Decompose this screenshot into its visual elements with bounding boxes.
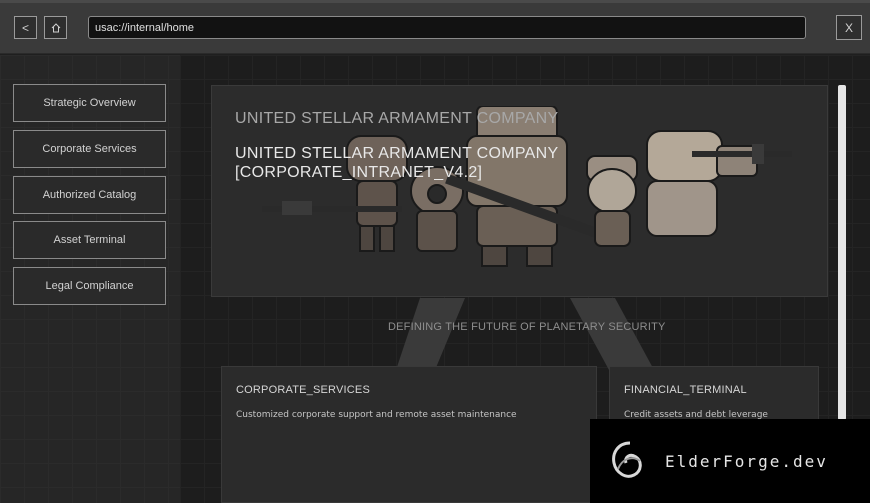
card-corporate-services[interactable]: CORPORATE_SERVICES Customized corporate … bbox=[221, 366, 597, 503]
back-button[interactable]: < bbox=[14, 16, 37, 39]
sidebar-item-asset-terminal[interactable]: Asset Terminal bbox=[13, 221, 166, 259]
top-strip bbox=[0, 0, 870, 3]
watermark-overlay: ElderForge.dev bbox=[590, 419, 870, 503]
sidebar-item-authorized-catalog[interactable]: Authorized Catalog bbox=[13, 176, 166, 214]
swirl-logo-icon bbox=[612, 441, 642, 478]
tagline: DEFINING THE FUTURE OF PLANETARY SECURIT… bbox=[388, 321, 666, 333]
hero-subtitle-line2: [CORPORATE_INTRANET_V4.2] bbox=[235, 164, 483, 181]
close-button[interactable]: X bbox=[836, 15, 862, 40]
address-bar-input[interactable] bbox=[88, 16, 806, 39]
watermark-text: ElderForge.dev bbox=[665, 452, 828, 471]
sidebar-item-strategic-overview[interactable]: Strategic Overview bbox=[13, 84, 166, 122]
card-description: Customized corporate support and remote … bbox=[236, 410, 517, 420]
sidebar-item-corporate-services[interactable]: Corporate Services bbox=[13, 130, 166, 168]
hero-subtitle: UNITED STELLAR ARMAMENT COMPANY [CORPORA… bbox=[235, 144, 575, 182]
scrollbar-thumb[interactable] bbox=[838, 85, 846, 420]
card-title: FINANCIAL_TERMINAL bbox=[624, 384, 747, 396]
card-title: CORPORATE_SERVICES bbox=[236, 384, 371, 396]
home-button[interactable] bbox=[44, 16, 67, 39]
hero-banner: UNITED STELLAR ARMAMENT COMPANY UNITED S… bbox=[211, 85, 828, 297]
hero-subtitle-line1: UNITED STELLAR ARMAMENT COMPANY bbox=[235, 145, 559, 162]
home-icon bbox=[51, 22, 60, 32]
sidebar-item-legal-compliance[interactable]: Legal Compliance bbox=[13, 267, 166, 305]
top-toolbar: < X bbox=[0, 0, 870, 54]
soldiers-illustration bbox=[262, 106, 792, 267]
hero-title: UNITED STELLAR ARMAMENT COMPANY bbox=[235, 110, 559, 127]
